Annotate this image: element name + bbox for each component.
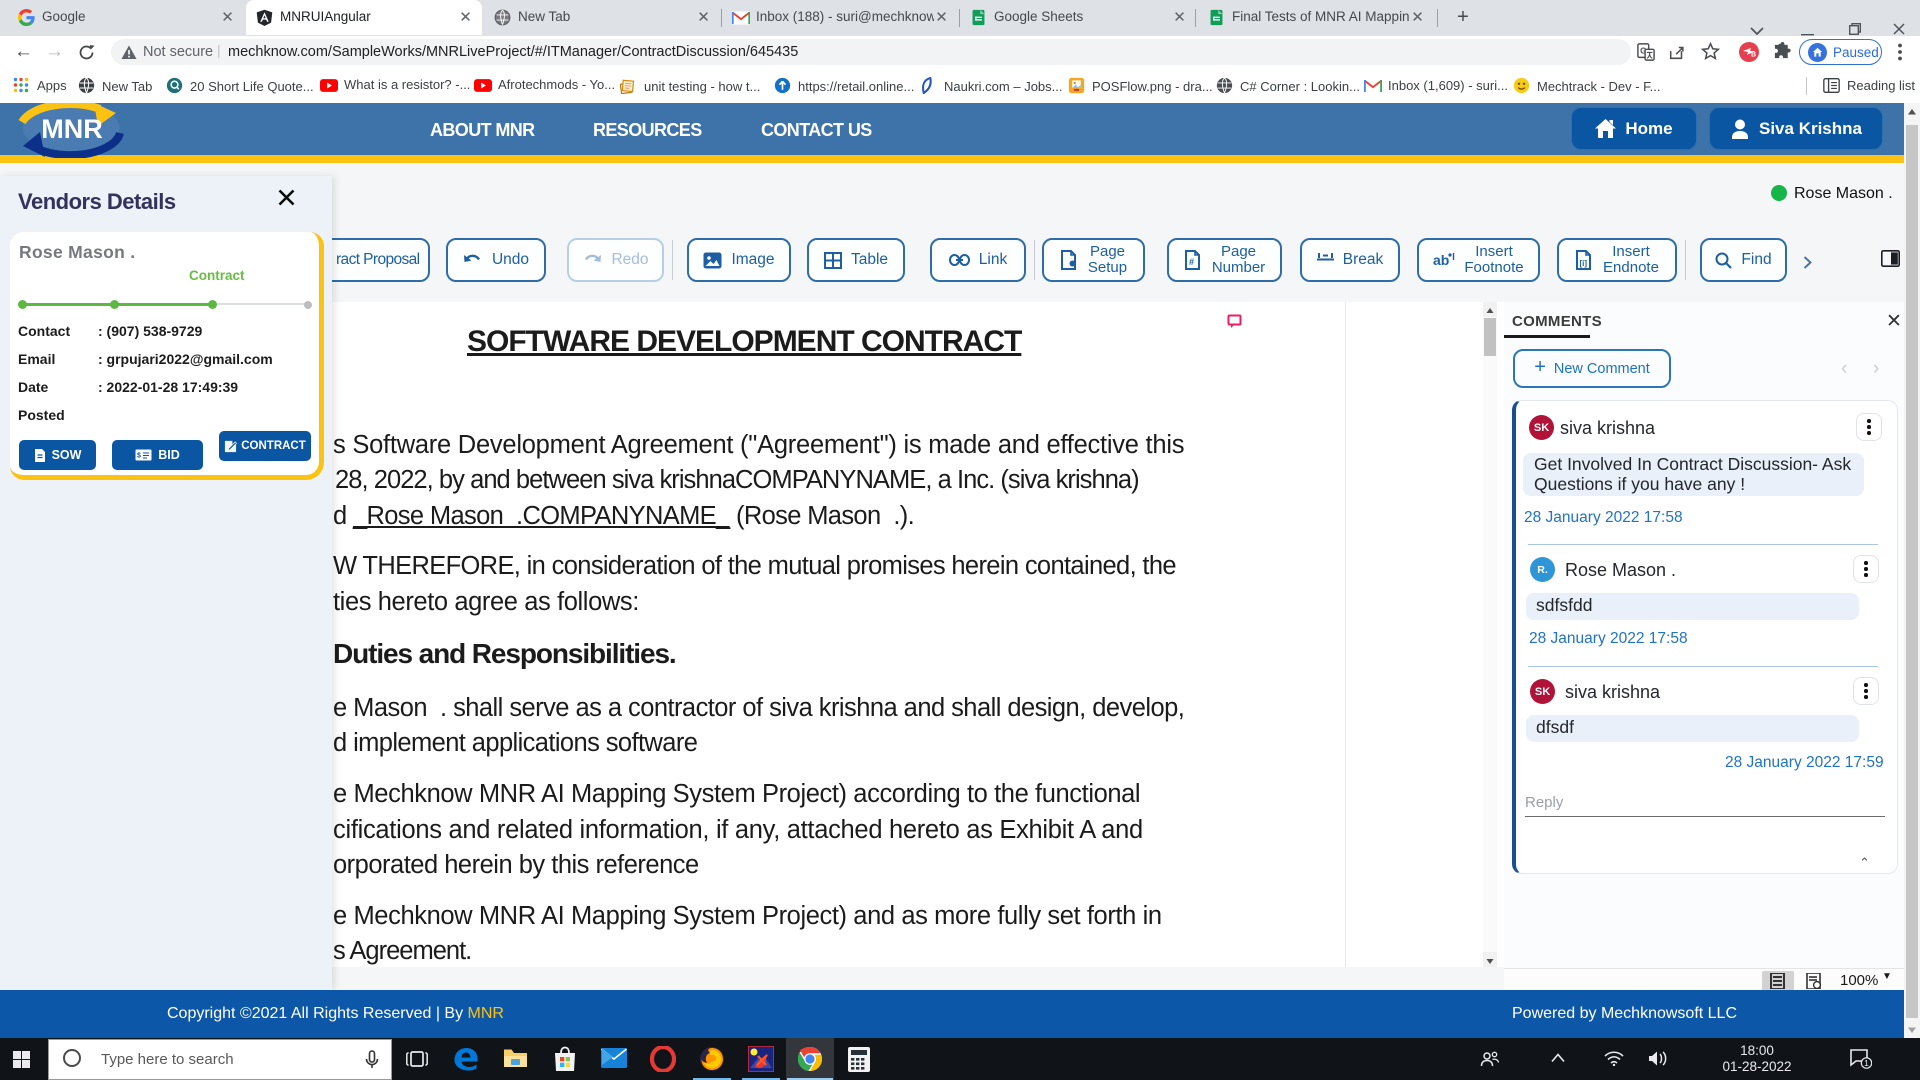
svg-text:1: 1 (1864, 1058, 1869, 1068)
svg-text:#: # (1189, 257, 1194, 267)
svg-text:ab: ab (1433, 252, 1449, 268)
svg-text:$: $ (137, 453, 141, 460)
svg-text:B: B (1751, 52, 1756, 59)
svg-text:MNR: MNR (41, 114, 103, 144)
svg-text:[i]: [i] (1580, 259, 1588, 268)
